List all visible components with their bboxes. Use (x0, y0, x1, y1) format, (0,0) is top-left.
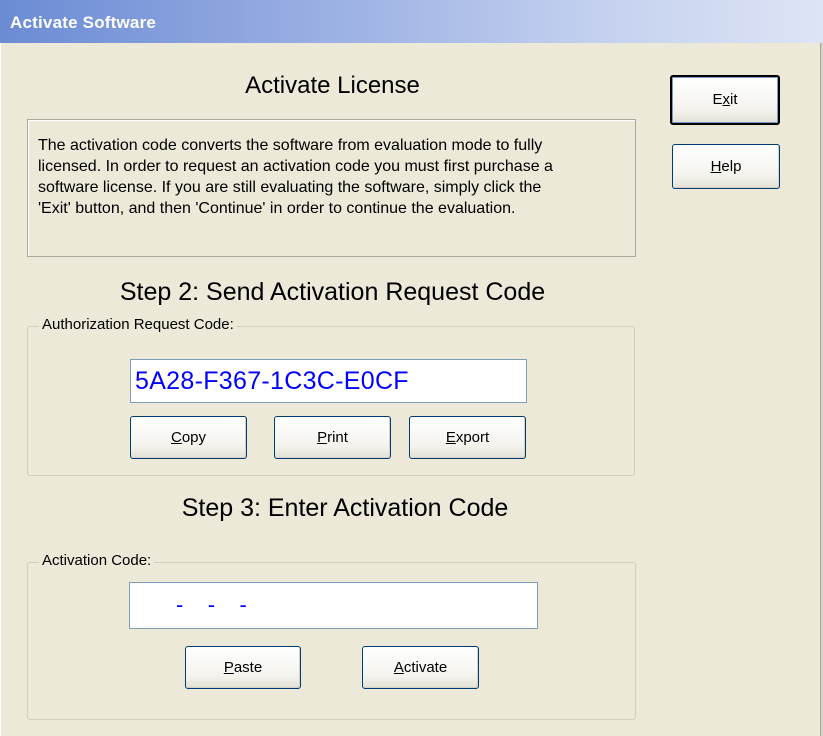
exit-button-label: Exit (712, 91, 738, 108)
info-box: The activation code converts the softwar… (27, 119, 636, 257)
copy-button-label: Copy (170, 429, 207, 446)
copy-button[interactable]: Copy (130, 416, 247, 459)
info-line: software license. If you are still evalu… (38, 179, 542, 196)
export-button[interactable]: Export (409, 416, 526, 459)
activation-code-value: - - - (176, 592, 247, 617)
activate-button[interactable]: Activate (362, 646, 479, 689)
info-line: The activation code converts the softwar… (38, 137, 543, 154)
authorization-request-group: Authorization Request Code: 5A28-F367-1C… (27, 316, 635, 476)
print-button[interactable]: Print (274, 416, 391, 459)
window-title: Activate Software (10, 13, 157, 32)
paste-button-label: Paste (223, 659, 263, 676)
help-button[interactable]: Help (672, 144, 780, 189)
info-line: licensed. In order to request an activat… (38, 158, 553, 175)
step3-heading: Step 3: Enter Activation Code (181, 494, 509, 522)
info-text: The activation code converts the softwar… (38, 135, 628, 219)
activation-code-field[interactable]: - - - (129, 582, 538, 629)
help-button-label: Help (710, 158, 742, 175)
title-bar[interactable]: Activate Software (0, 0, 823, 43)
request-code-field[interactable]: 5A28-F367-1C3C-E0CF (130, 359, 527, 403)
info-line: 'Exit' button, and then 'Continue' in or… (38, 200, 516, 217)
activate-license-heading: Activate License (245, 72, 420, 99)
print-button-label: Print (317, 429, 348, 446)
activation-code-group: Activation Code: - - - Paste Activate (27, 552, 636, 720)
authorization-request-label: Authorization Request Code: (39, 316, 237, 333)
export-button-label: Export (445, 429, 490, 446)
step2-heading: Step 2: Send Activation Request Code (119, 278, 546, 306)
activate-button-label: Activate (393, 659, 448, 676)
exit-button[interactable]: Exit (670, 75, 780, 125)
paste-button[interactable]: Paste (185, 646, 301, 689)
activation-code-label: Activation Code: (39, 552, 155, 569)
